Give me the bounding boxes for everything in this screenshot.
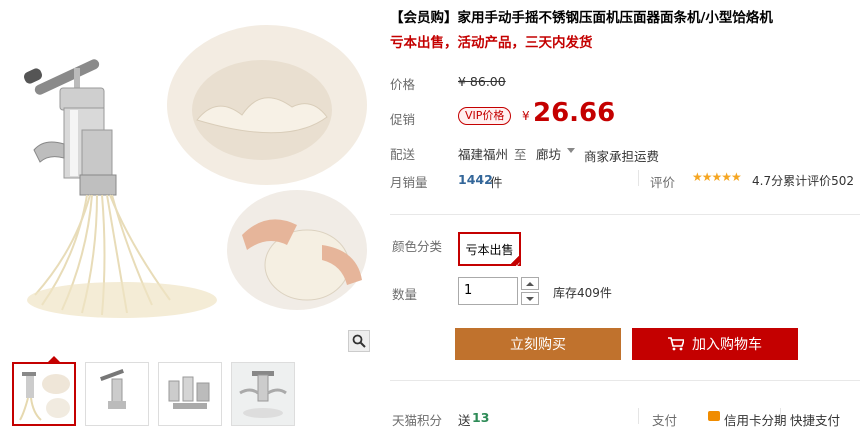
- divider: [638, 408, 639, 424]
- product-gallery: [0, 0, 372, 436]
- price-label: 价格: [390, 77, 416, 92]
- check-icon: [509, 254, 521, 269]
- sku-option-selected[interactable]: 亏本出售: [458, 232, 521, 269]
- payment-label: 支付: [652, 413, 678, 428]
- divider: [390, 380, 860, 381]
- divider: [780, 408, 781, 424]
- price-box: 价格 ¥ 86.00 促销 VIP价格 ¥ 26.66 配送 福建福州 至 廊坊…: [390, 62, 860, 195]
- quantity-label: 数量: [392, 287, 418, 302]
- monthly-sales-unit: 件: [490, 175, 503, 190]
- original-price: ¥ 86.00: [458, 74, 506, 89]
- currency-symbol: ¥: [522, 109, 530, 123]
- ship-to-word: 至: [514, 147, 527, 162]
- quantity-increase-button[interactable]: [521, 277, 539, 290]
- triangle-down-icon: [526, 296, 534, 301]
- points-send: 送: [458, 413, 471, 428]
- thumbnail-list: [12, 362, 295, 426]
- zoom-button[interactable]: [348, 330, 370, 352]
- promo-label: 促销: [390, 112, 416, 127]
- promo-price: 26.66: [533, 98, 616, 128]
- credit-card-icon: [708, 411, 720, 421]
- shipping-fee: 商家承担运费: [584, 149, 660, 164]
- divider: [638, 170, 639, 186]
- monthly-sales-count: 1442: [458, 172, 493, 187]
- product-title: 【会员购】家用手动手摇不锈钢压面机压面器面条机/小型饸烙机: [390, 10, 773, 26]
- points-label: 天猫积分: [392, 413, 443, 428]
- rating-summary-link[interactable]: 4.7分累计评价502: [752, 172, 854, 189]
- fast-pay-link[interactable]: 快捷支付: [790, 410, 840, 429]
- sku-label: 颜色分类: [392, 239, 443, 254]
- buy-now-button[interactable]: 立刻购买: [455, 328, 621, 360]
- magnifier-icon: [352, 334, 366, 348]
- ship-destination-select[interactable]: 廊坊: [536, 144, 561, 163]
- rating-stars-icon: ★★★★★: [692, 170, 742, 184]
- product-subtitle: 亏本出售，活动产品，三天内发货: [390, 35, 593, 51]
- quantity-input[interactable]: 1: [458, 277, 518, 305]
- triangle-up-icon: [526, 281, 534, 286]
- main-product-image[interactable]: [12, 10, 370, 354]
- divider: [390, 214, 860, 215]
- thumbnail-3[interactable]: [158, 362, 222, 426]
- monthly-sales-label: 月销量: [390, 175, 428, 190]
- quantity-decrease-button[interactable]: [521, 292, 539, 305]
- thumbnail-2[interactable]: [85, 362, 149, 426]
- rating-label: 评价: [650, 175, 676, 190]
- thumbnail-1[interactable]: [12, 362, 76, 426]
- sku-option-label: 亏本出售: [465, 242, 514, 257]
- shipping-label: 配送: [390, 147, 416, 162]
- chevron-down-icon[interactable]: [567, 148, 575, 153]
- ship-from: 福建福州: [458, 147, 509, 162]
- product-info: 【会员购】家用手动手摇不锈钢压面机压面器面条机/小型饸烙机 亏本出售，活动产品，…: [390, 0, 860, 436]
- stock-text: 库存409件: [553, 286, 612, 300]
- points-value: 13: [472, 410, 490, 425]
- installment-link[interactable]: 信用卡分期: [724, 410, 787, 429]
- vip-price-tag: VIP价格: [458, 107, 512, 125]
- thumbnail-4[interactable]: [231, 362, 295, 426]
- add-to-cart-label: 加入购物车: [692, 337, 762, 353]
- add-to-cart-button[interactable]: 加入购物车: [632, 328, 798, 360]
- cart-icon: [668, 337, 684, 351]
